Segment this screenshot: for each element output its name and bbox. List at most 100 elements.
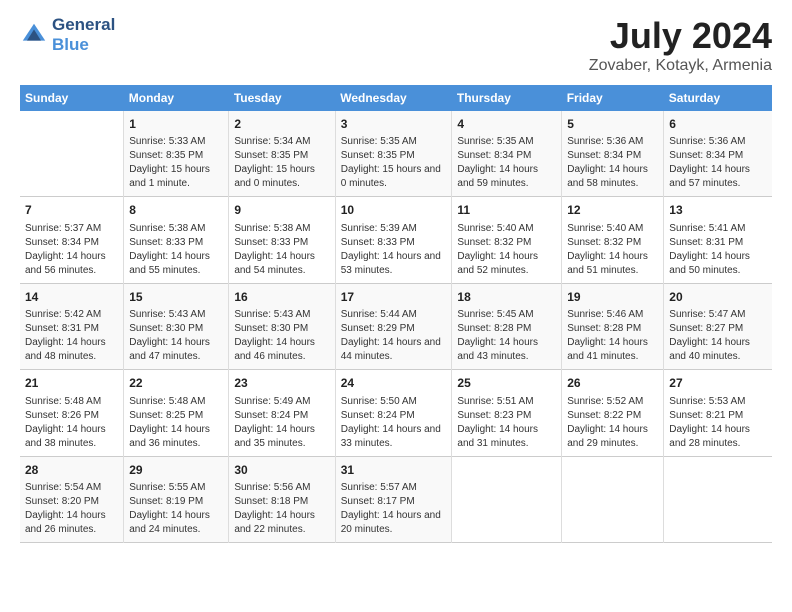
day-info: Sunrise: 5:36 AMSunset: 8:34 PMDaylight:… — [669, 135, 767, 191]
calendar-cell: 24 Sunrise: 5:50 AMSunset: 8:24 PMDayligh… — [335, 370, 452, 456]
calendar-cell: 13 Sunrise: 5:41 AMSunset: 8:31 PMDayligh… — [664, 197, 772, 283]
weekday-header-thursday: Thursday — [452, 85, 562, 111]
day-info: Sunrise: 5:48 AMSunset: 8:26 PMDaylight:… — [25, 395, 118, 451]
calendar-cell: 29 Sunrise: 5:55 AMSunset: 8:19 PMDayligh… — [124, 456, 229, 542]
day-info: Sunrise: 5:46 AMSunset: 8:28 PMDaylight:… — [567, 308, 658, 364]
calendar-cell: 18 Sunrise: 5:45 AMSunset: 8:28 PMDayligh… — [452, 283, 562, 369]
day-info: Sunrise: 5:54 AMSunset: 8:20 PMDaylight:… — [25, 481, 118, 537]
day-number: 23 — [234, 375, 329, 392]
calendar-cell: 11 Sunrise: 5:40 AMSunset: 8:32 PMDayligh… — [452, 197, 562, 283]
calendar-cell: 21 Sunrise: 5:48 AMSunset: 8:26 PMDayligh… — [20, 370, 124, 456]
calendar-cell: 14 Sunrise: 5:42 AMSunset: 8:31 PMDayligh… — [20, 283, 124, 369]
calendar-cell: 9Sunrise: 5:38 AMSunset: 8:33 PMDaylight… — [229, 197, 335, 283]
weekday-header-wednesday: Wednesday — [335, 85, 452, 111]
calendar-cell: 31 Sunrise: 5:57 AMSunset: 8:17 PMDayligh… — [335, 456, 452, 542]
day-info: Sunrise: 5:53 AMSunset: 8:21 PMDaylight:… — [669, 395, 767, 451]
day-number: 22 — [129, 375, 223, 392]
day-info: Sunrise: 5:51 AMSunset: 8:23 PMDaylight:… — [457, 395, 556, 451]
day-number: 1 — [129, 116, 223, 133]
calendar-week-row: 14 Sunrise: 5:42 AMSunset: 8:31 PMDayligh… — [20, 283, 772, 369]
day-info: Sunrise: 5:50 AMSunset: 8:24 PMDaylight:… — [341, 395, 447, 451]
day-info: Sunrise: 5:43 AMSunset: 8:30 PMDaylight:… — [234, 308, 329, 364]
day-info: Sunrise: 5:41 AMSunset: 8:31 PMDaylight:… — [669, 222, 767, 278]
calendar-cell: 22 Sunrise: 5:48 AMSunset: 8:25 PMDayligh… — [124, 370, 229, 456]
day-info: Sunrise: 5:34 AMSunset: 8:35 PMDaylight:… — [234, 135, 329, 191]
calendar-cell: 4 Sunrise: 5:35 AMSunset: 8:34 PMDaylight… — [452, 111, 562, 197]
day-number: 30 — [234, 462, 329, 479]
calendar-cell: 10 Sunrise: 5:39 AMSunset: 8:33 PMDayligh… — [335, 197, 452, 283]
day-info: Sunrise: 5:42 AMSunset: 8:31 PMDaylight:… — [25, 308, 118, 364]
weekday-header-friday: Friday — [562, 85, 664, 111]
day-number: 29 — [129, 462, 223, 479]
day-info: Sunrise: 5:35 AMSunset: 8:34 PMDaylight:… — [457, 135, 556, 191]
calendar-cell: 28 Sunrise: 5:54 AMSunset: 8:20 PMDayligh… — [20, 456, 124, 542]
day-info: Sunrise: 5:45 AMSunset: 8:28 PMDaylight:… — [457, 308, 556, 364]
day-info: Sunrise: 5:56 AMSunset: 8:18 PMDaylight:… — [234, 481, 329, 537]
calendar-cell — [562, 456, 664, 542]
day-number: 20 — [669, 289, 767, 306]
day-number: 28 — [25, 462, 118, 479]
day-info: Sunrise: 5:55 AMSunset: 8:19 PMDaylight:… — [129, 481, 223, 537]
day-info: Sunrise: 5:57 AMSunset: 8:17 PMDaylight:… — [341, 481, 447, 537]
calendar-week-row: 1Sunrise: 5:33 AMSunset: 8:35 PMDaylight… — [20, 111, 772, 197]
calendar-cell: 30 Sunrise: 5:56 AMSunset: 8:18 PMDayligh… — [229, 456, 335, 542]
weekday-header-row: SundayMondayTuesdayWednesdayThursdayFrid… — [20, 85, 772, 111]
day-info: Sunrise: 5:40 AMSunset: 8:32 PMDaylight:… — [567, 222, 658, 278]
calendar-week-row: 7 Sunrise: 5:37 AMSunset: 8:34 PMDaylight… — [20, 197, 772, 283]
day-number: 18 — [457, 289, 556, 306]
day-number: 13 — [669, 202, 767, 219]
calendar-cell: 26 Sunrise: 5:52 AMSunset: 8:22 PMDayligh… — [562, 370, 664, 456]
day-number: 26 — [567, 375, 658, 392]
day-info: Sunrise: 5:48 AMSunset: 8:25 PMDaylight:… — [129, 395, 223, 451]
day-number: 24 — [341, 375, 447, 392]
calendar-cell: 17Sunrise: 5:44 AMSunset: 8:29 PMDayligh… — [335, 283, 452, 369]
calendar-cell: 6Sunrise: 5:36 AMSunset: 8:34 PMDaylight… — [664, 111, 772, 197]
day-info: Sunrise: 5:49 AMSunset: 8:24 PMDaylight:… — [234, 395, 329, 451]
day-number: 11 — [457, 202, 556, 219]
title-block: July 2024 Zovaber, Kotayk, Armenia — [589, 15, 772, 75]
calendar-week-row: 28 Sunrise: 5:54 AMSunset: 8:20 PMDayligh… — [20, 456, 772, 542]
day-number: 14 — [25, 289, 118, 306]
calendar-cell — [20, 111, 124, 197]
calendar-cell: 15 Sunrise: 5:43 AMSunset: 8:30 PMDayligh… — [124, 283, 229, 369]
weekday-header-tuesday: Tuesday — [229, 85, 335, 111]
day-info: Sunrise: 5:39 AMSunset: 8:33 PMDaylight:… — [341, 222, 447, 278]
day-info: Sunrise: 5:35 AMSunset: 8:35 PMDaylight:… — [341, 135, 447, 191]
day-number: 16 — [234, 289, 329, 306]
day-number: 27 — [669, 375, 767, 392]
day-info: Sunrise: 5:52 AMSunset: 8:22 PMDaylight:… — [567, 395, 658, 451]
calendar-cell: 8Sunrise: 5:38 AMSunset: 8:33 PMDaylight… — [124, 197, 229, 283]
calendar-week-row: 21 Sunrise: 5:48 AMSunset: 8:26 PMDayligh… — [20, 370, 772, 456]
header: General Blue July 2024 Zovaber, Kotayk, … — [20, 15, 772, 75]
weekday-header-sunday: Sunday — [20, 85, 124, 111]
day-info: Sunrise: 5:37 AMSunset: 8:34 PMDaylight:… — [25, 222, 118, 278]
weekday-header-saturday: Saturday — [664, 85, 772, 111]
calendar-cell: 27 Sunrise: 5:53 AMSunset: 8:21 PMDayligh… — [664, 370, 772, 456]
calendar-cell: 2 Sunrise: 5:34 AMSunset: 8:35 PMDaylight… — [229, 111, 335, 197]
calendar-cell: 25Sunrise: 5:51 AMSunset: 8:23 PMDayligh… — [452, 370, 562, 456]
day-info: Sunrise: 5:36 AMSunset: 8:34 PMDaylight:… — [567, 135, 658, 191]
day-number: 17 — [341, 289, 447, 306]
calendar-cell: 7 Sunrise: 5:37 AMSunset: 8:34 PMDaylight… — [20, 197, 124, 283]
day-info: Sunrise: 5:43 AMSunset: 8:30 PMDaylight:… — [129, 308, 223, 364]
calendar-title: July 2024 — [589, 15, 772, 57]
calendar-cell — [452, 456, 562, 542]
day-number: 21 — [25, 375, 118, 392]
day-number: 31 — [341, 462, 447, 479]
day-number: 10 — [341, 202, 447, 219]
day-info: Sunrise: 5:47 AMSunset: 8:27 PMDaylight:… — [669, 308, 767, 364]
day-number: 15 — [129, 289, 223, 306]
calendar-cell: 23 Sunrise: 5:49 AMSunset: 8:24 PMDayligh… — [229, 370, 335, 456]
day-number: 2 — [234, 116, 329, 133]
day-number: 5 — [567, 116, 658, 133]
logo-text: General Blue — [52, 15, 115, 55]
calendar-subtitle: Zovaber, Kotayk, Armenia — [589, 57, 772, 75]
day-info: Sunrise: 5:40 AMSunset: 8:32 PMDaylight:… — [457, 222, 556, 278]
day-number: 12 — [567, 202, 658, 219]
logo-icon — [20, 21, 48, 49]
calendar-cell: 19Sunrise: 5:46 AMSunset: 8:28 PMDayligh… — [562, 283, 664, 369]
day-info: Sunrise: 5:38 AMSunset: 8:33 PMDaylight:… — [129, 222, 223, 278]
day-number: 4 — [457, 116, 556, 133]
day-number: 7 — [25, 202, 118, 219]
calendar-cell: 20 Sunrise: 5:47 AMSunset: 8:27 PMDayligh… — [664, 283, 772, 369]
